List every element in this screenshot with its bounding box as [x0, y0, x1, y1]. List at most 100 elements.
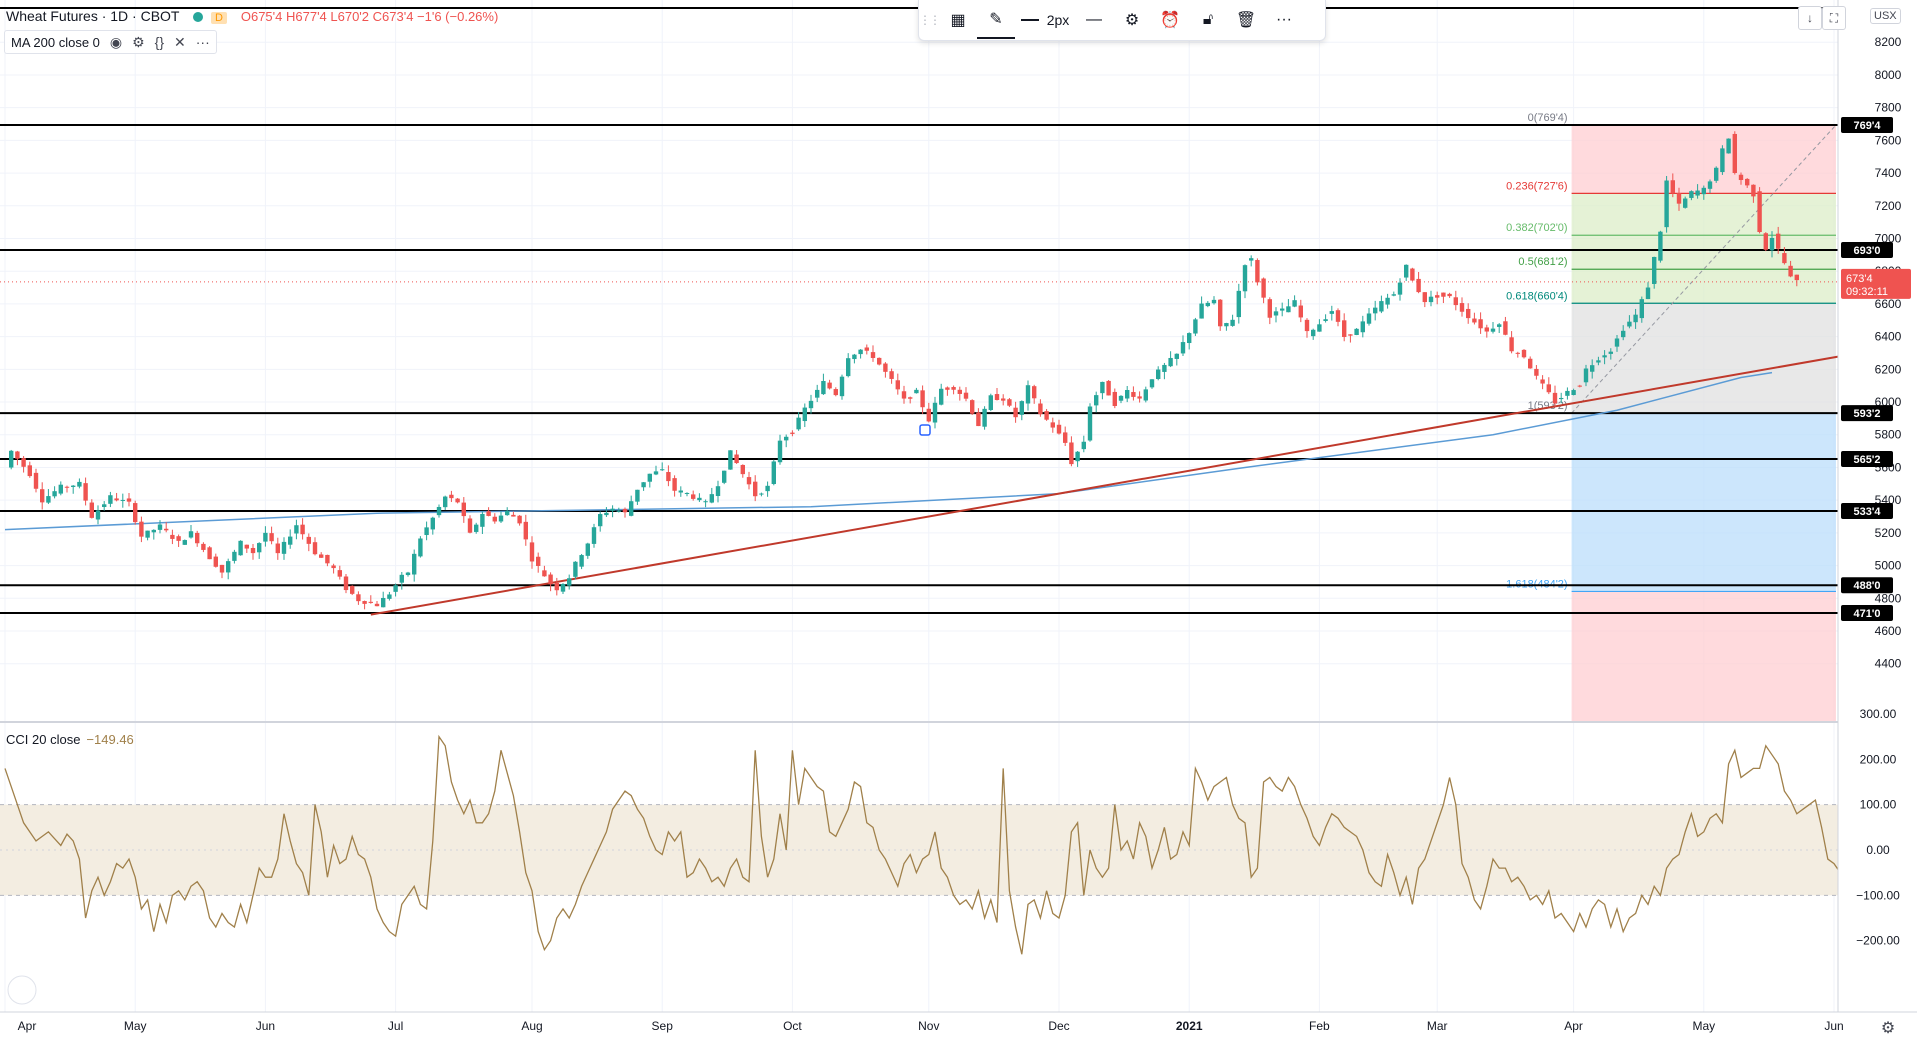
ma-indicator-label[interactable]: MA 200 close 0	[11, 35, 100, 50]
candle	[753, 475, 758, 502]
arrow-down-icon[interactable]: ↓	[1798, 6, 1822, 30]
candle-body	[1063, 432, 1068, 443]
candle	[858, 349, 863, 359]
candle	[529, 536, 535, 569]
line-width-button[interactable]: 2px	[1015, 0, 1075, 40]
braces-icon[interactable]: {}	[155, 34, 164, 50]
candle-body	[1590, 365, 1595, 372]
template-icon[interactable]: ▦	[939, 0, 977, 40]
candle	[1286, 299, 1291, 313]
alert-icon[interactable]: ⏰	[1151, 0, 1189, 40]
candle-body	[21, 458, 26, 467]
candle	[1199, 296, 1204, 319]
candle-body	[777, 440, 783, 463]
candle-body	[1751, 184, 1756, 197]
candle-body	[1565, 390, 1570, 396]
candle	[139, 516, 144, 543]
candle	[182, 539, 187, 546]
time-label: 2021	[1176, 1019, 1203, 1033]
more-icon[interactable]: ···	[1265, 0, 1303, 40]
cci-legend[interactable]: CCI 20 close −149.46	[6, 732, 134, 747]
time-label: Oct	[783, 1019, 802, 1033]
grip-icon[interactable]: ⋮⋮	[919, 0, 941, 40]
fullscreen-icon[interactable]: ⛶	[1822, 6, 1846, 30]
candle-body	[300, 524, 305, 535]
candle-body	[771, 461, 776, 485]
candle	[443, 495, 448, 511]
current-price-tag: 673'409:32:11	[1841, 268, 1911, 299]
candle	[877, 357, 882, 366]
close-icon[interactable]: ✕	[174, 34, 186, 51]
candle-body	[939, 388, 944, 405]
candle	[784, 434, 789, 448]
candle	[1397, 278, 1403, 301]
candle-body	[1441, 292, 1446, 297]
candle-body	[1466, 308, 1471, 319]
candle-body	[1168, 357, 1173, 367]
currency-label[interactable]: USX	[1870, 8, 1901, 24]
candle-body	[1763, 233, 1768, 250]
eye-icon[interactable]: ◉	[110, 34, 122, 51]
candle	[660, 462, 665, 471]
candle	[461, 497, 466, 523]
candle	[381, 591, 386, 608]
candle-body	[672, 478, 677, 491]
candle	[83, 477, 88, 506]
candle	[1329, 305, 1334, 321]
candle-body	[765, 485, 770, 492]
candle	[164, 522, 169, 533]
candle-body	[889, 371, 894, 379]
candle-body	[288, 536, 293, 545]
symbol-title[interactable]: Wheat Futures · 1D · CBOT	[6, 8, 179, 24]
candle-body	[1224, 323, 1229, 327]
candle-body	[269, 533, 274, 542]
gear-icon[interactable]: ⚙	[132, 34, 145, 51]
candle	[728, 450, 733, 470]
ma-indicator-legend[interactable]: MA 200 close 0 ◉ ⚙ {} ✕ ···	[4, 30, 217, 54]
chart-canvas[interactable]: 0(769'4) 0.236(727'6) 0.382(702'0) 0.5(681'…	[0, 0, 1917, 1042]
candle	[914, 387, 919, 394]
candle-body	[709, 494, 714, 503]
candle-body	[1509, 337, 1514, 352]
candle-body	[40, 489, 45, 503]
settings-icon[interactable]: ⚙	[1113, 0, 1151, 40]
cci-legend-label[interactable]: CCI 20 close	[6, 732, 80, 747]
candle-body	[932, 402, 938, 423]
symbol-legend[interactable]: Wheat Futures · 1D · CBOT D O675'4 H677'…	[6, 8, 498, 24]
trash-icon[interactable]: 🗑︎	[1227, 0, 1265, 40]
candle-body	[945, 387, 950, 390]
candle-body	[908, 397, 913, 399]
candle-body	[870, 352, 876, 358]
line-style-icon[interactable]: —	[1075, 0, 1113, 40]
candle	[343, 573, 349, 594]
candle-body	[529, 542, 535, 562]
candle-body	[1794, 274, 1799, 281]
pen-icon[interactable]: ✎	[977, 1, 1015, 39]
candle	[207, 546, 212, 560]
candle-body	[27, 465, 32, 477]
candle-body	[114, 498, 119, 501]
more-icon[interactable]: ···	[196, 34, 210, 50]
candle-body	[1280, 308, 1285, 311]
candle	[864, 344, 869, 355]
candle-body	[660, 469, 665, 471]
candle	[356, 591, 361, 605]
candle	[89, 499, 94, 519]
candle-body	[622, 508, 628, 513]
candle-body	[343, 576, 349, 591]
candle	[523, 514, 528, 546]
candle	[901, 385, 907, 404]
candle-body	[275, 543, 280, 554]
lock-icon[interactable]: 🔓︎	[1189, 0, 1227, 40]
price-axis: 8200800078007600740072007000680066006400…	[1837, 0, 1917, 1042]
candle	[1422, 292, 1427, 308]
candle	[771, 459, 776, 486]
time-axis: Apr May Jun Jul Aug Sep Oct Nov Dec 2021 Feb Mar Apr…	[0, 1011, 1917, 1042]
candle	[486, 507, 491, 517]
candle-body	[1416, 278, 1421, 293]
candle	[1267, 297, 1272, 325]
candle	[870, 345, 876, 362]
candle-body	[1639, 299, 1644, 319]
candle	[1032, 384, 1037, 404]
candle-body	[1484, 327, 1489, 332]
